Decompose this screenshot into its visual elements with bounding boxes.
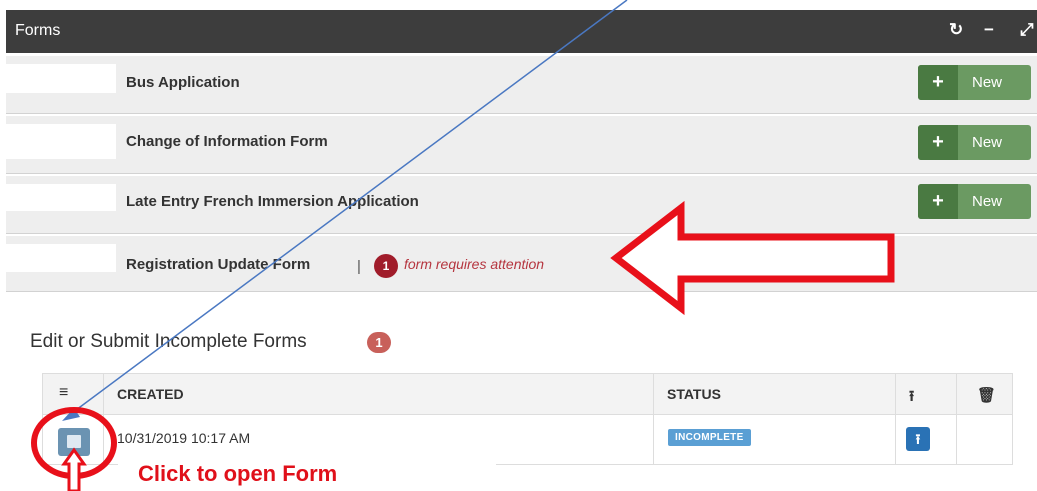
annotation-line bbox=[71, 0, 628, 414]
annotation-overlay bbox=[31, 0, 895, 491]
annotation-left-arrow bbox=[610, 200, 895, 316]
annotation-up-arrow bbox=[61, 447, 87, 491]
